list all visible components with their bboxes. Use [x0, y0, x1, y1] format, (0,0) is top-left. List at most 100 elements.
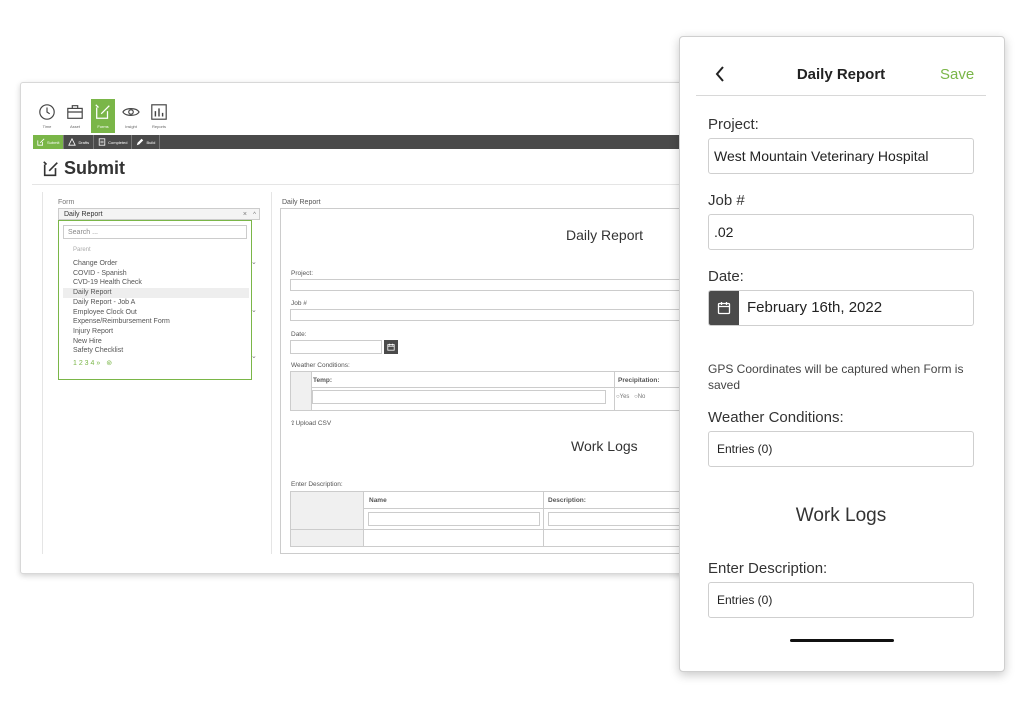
save-button[interactable]: Save	[940, 66, 974, 83]
grid-line	[363, 508, 683, 509]
nav-time[interactable]: Time	[35, 99, 59, 133]
date-value: February 16th, 2022	[747, 299, 883, 316]
gps-note: GPS Coordinates will be captured when Fo…	[708, 362, 964, 392]
temp-header: Temp:	[313, 377, 333, 384]
eye-icon	[122, 108, 140, 116]
desc-entries-field[interactable]: Entries (0)	[708, 582, 974, 618]
toolbar-submit-label: Submit	[47, 139, 60, 145]
forms-icon	[37, 138, 45, 146]
form-option-selected[interactable]: Daily Report	[63, 288, 249, 298]
chevron-up-icon[interactable]: ^	[253, 209, 256, 221]
chevron-down-icon[interactable]: ⌄	[251, 352, 257, 360]
form-option[interactable]: Injury Report	[63, 327, 249, 337]
date-field[interactable]: February 16th, 2022	[708, 290, 974, 326]
page-title: Submit	[64, 158, 125, 178]
date-label: Date:	[291, 331, 307, 338]
grid-line	[543, 492, 544, 546]
form-dropdown: Search ... Parent Change Order COVID - S…	[58, 220, 252, 380]
description-input[interactable]	[548, 512, 680, 526]
enter-desc-label: Enter Description:	[291, 481, 343, 488]
date-label: Date:	[708, 268, 744, 285]
job-label: Job #	[708, 192, 745, 209]
project-label: Project:	[291, 270, 314, 277]
forms-icon	[43, 160, 58, 176]
document-icon	[98, 138, 106, 146]
temp-input[interactable]	[312, 390, 606, 404]
form-option-list: Change Order COVID - Spanish CVD-19 Heal…	[63, 259, 249, 356]
radio-yes[interactable]: ○Yes	[616, 394, 629, 400]
mobile-title: Daily Report	[796, 66, 886, 83]
form-option[interactable]: Employee Clock Out	[63, 308, 249, 318]
job-label: Job #	[291, 300, 307, 307]
settings-icon[interactable]: ⊚	[106, 360, 112, 367]
name-input[interactable]	[368, 512, 540, 526]
project-input[interactable]: West Mountain Veterinary Hospital	[708, 138, 974, 174]
project-input[interactable]	[290, 279, 682, 291]
page-heading: Submit	[42, 158, 125, 179]
preview-title: Daily Report	[566, 227, 644, 243]
calendar-icon	[717, 302, 731, 315]
worklogs-title: Work Logs	[795, 505, 887, 526]
job-input[interactable]: .02	[708, 214, 974, 250]
dropdown-group-label: Parent	[73, 247, 91, 253]
toolbar-drafts[interactable]: Drafts	[64, 135, 95, 149]
grid-row-header	[291, 372, 312, 410]
grid-line	[291, 529, 683, 530]
chevron-down-icon[interactable]: ⌄	[251, 306, 257, 314]
form-option[interactable]: COVID - Spanish	[63, 269, 249, 279]
radio-no-label: No	[637, 394, 646, 400]
date-input[interactable]	[290, 340, 382, 354]
form-search-input[interactable]: Search ...	[63, 225, 247, 239]
enter-desc-label: Enter Description:	[708, 560, 828, 577]
form-option[interactable]: Daily Report - Job A	[63, 298, 249, 308]
form-option[interactable]: Expense/Reimbursement Form	[63, 317, 249, 327]
forms-icon	[95, 104, 110, 119]
toolbar-completed[interactable]: Completed	[94, 135, 133, 149]
nav-insight-label: Insight	[125, 124, 137, 129]
top-nav: Time Asset Forms Insight Reports	[35, 99, 171, 133]
toolbar-drafts-label: Drafts	[78, 139, 90, 145]
pagination[interactable]: 1 2 3 4 » ⊚	[73, 359, 112, 367]
radio-no[interactable]: ○No	[634, 394, 645, 400]
chevron-down-icon[interactable]: ⌄	[251, 258, 257, 266]
grid-line	[614, 372, 615, 410]
nav-forms-label: Forms	[97, 124, 109, 129]
form-option[interactable]: Safety Checklist	[63, 346, 249, 356]
weather-entries-field[interactable]: Entries (0)	[708, 431, 974, 467]
clock-icon	[39, 104, 55, 120]
form-option[interactable]: Change Order	[63, 259, 249, 269]
briefcase-icon	[67, 105, 83, 119]
toolbar-submit[interactable]: Submit	[33, 135, 65, 149]
grid-row-header	[291, 492, 364, 546]
radio-yes-label: Yes	[619, 394, 630, 400]
nav-reports-label: Reports	[151, 124, 166, 129]
chart-icon	[151, 104, 167, 120]
form-option[interactable]: New Hire	[63, 337, 249, 347]
header-divider	[696, 95, 986, 96]
form-option[interactable]: CVD-19 Health Check	[63, 278, 249, 288]
nav-time-label: Time	[42, 124, 52, 129]
back-chevron-icon[interactable]	[713, 64, 727, 84]
pagination-pages[interactable]: 1 2 3 4 »	[73, 360, 100, 367]
form-select[interactable]: Daily Report × ^	[58, 208, 260, 220]
home-indicator	[790, 639, 894, 642]
worklogs-title: Work Logs	[571, 438, 638, 454]
toolbar-build[interactable]: Build	[132, 135, 161, 149]
toolbar-completed-label: Completed	[108, 139, 128, 145]
form-label: Form	[58, 199, 75, 206]
precip-header: Precipitation:	[618, 377, 660, 384]
calendar-button[interactable]	[709, 291, 739, 325]
precip-radio-group: ○Yes ○No	[616, 394, 645, 400]
calendar-icon	[387, 343, 395, 351]
calendar-button[interactable]	[384, 340, 398, 354]
forms-toolbar: Submit Drafts Completed Build	[33, 135, 693, 149]
nav-reports[interactable]: Reports	[147, 99, 171, 133]
nav-insight[interactable]: Insight	[119, 99, 143, 133]
preview-tab-label: Daily Report	[282, 199, 321, 206]
nav-asset[interactable]: Asset	[63, 99, 87, 133]
nav-forms[interactable]: Forms	[91, 99, 115, 133]
job-input[interactable]	[290, 309, 682, 321]
warning-icon	[68, 138, 77, 146]
upload-label: Upload CSV	[295, 420, 332, 427]
upload-csv-button[interactable]: ⇪Upload CSV	[290, 419, 331, 427]
